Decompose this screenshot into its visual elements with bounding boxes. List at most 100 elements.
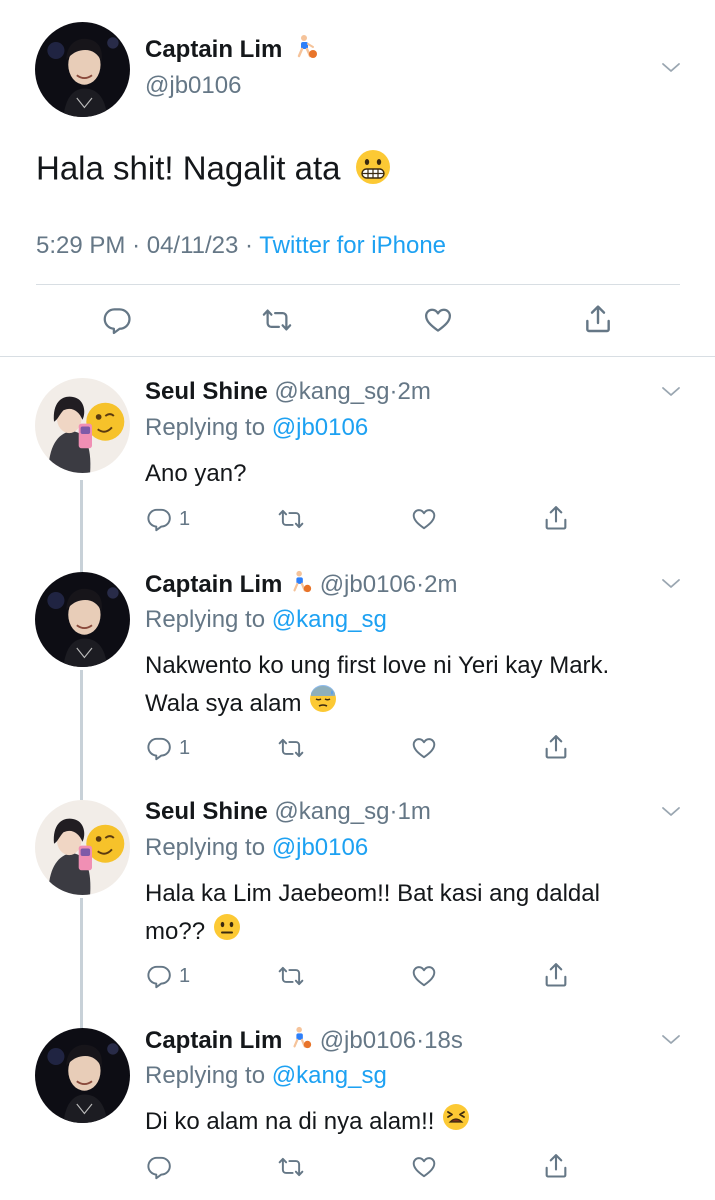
share-icon: [542, 961, 570, 989]
reply-count: 1: [179, 964, 191, 987]
replying-to-mention[interactable]: @kang_sg: [272, 1062, 387, 1089]
reply-header: Seul Shine @kang_sg·1m: [145, 798, 431, 825]
retweet-button[interactable]: [276, 1154, 306, 1180]
reply-age: 2m: [397, 378, 431, 405]
chevron-down-icon[interactable]: [659, 380, 683, 404]
person-bouncing-ball-emoji: [289, 1026, 313, 1057]
replying-to: Replying to @jb0106: [145, 414, 368, 442]
reply-avatar[interactable]: [35, 1028, 130, 1123]
replying-to: Replying to @jb0106: [145, 834, 368, 862]
retweet-icon: [276, 506, 306, 532]
like-button[interactable]: [410, 963, 438, 989]
reply-text: Hala ka Lim Jaebeom!! Bat kasi ang dalda…: [145, 876, 625, 953]
replying-to-prefix: Replying to: [145, 1062, 266, 1089]
main-tweet-meta: 5:29 PM · 04/11/23 · Twitter for iPhone: [36, 232, 446, 260]
replying-to-mention[interactable]: @jb0106: [272, 414, 368, 441]
chevron-down-icon[interactable]: [659, 56, 683, 80]
share-icon: [542, 733, 570, 761]
reply-author-name[interactable]: Captain Lim: [145, 1027, 282, 1054]
retweet-icon: [260, 305, 294, 335]
reply-button[interactable]: 1: [146, 735, 190, 761]
reply-age: 2m: [424, 570, 458, 598]
downcast-face-with-sweat-emoji: [308, 684, 338, 725]
divider: [36, 284, 680, 285]
main-tweet-text: Hala shit! Nagalit ata: [36, 148, 392, 194]
retweet-button[interactable]: [276, 735, 306, 761]
reply-text: Ano yan?: [145, 456, 625, 492]
reply-text-body: Di ko alam na di nya alam!!: [145, 1107, 435, 1135]
reply-author-handle[interactable]: @kang_sg: [274, 378, 389, 405]
thread-connector: [80, 670, 83, 800]
person-bouncing-ball-emoji: [289, 570, 313, 601]
meta-separator: ·: [132, 232, 141, 259]
replying-to-mention[interactable]: @kang_sg: [272, 606, 387, 633]
retweet-button[interactable]: [260, 305, 294, 335]
main-tweet-text-body: Hala shit! Nagalit ata: [36, 149, 341, 187]
like-button[interactable]: [422, 305, 454, 335]
reply-author-name[interactable]: Captain Lim: [145, 571, 282, 598]
grimacing-face-emoji: [354, 148, 392, 194]
retweet-button[interactable]: [276, 963, 306, 989]
like-button[interactable]: [410, 1154, 438, 1180]
reply-author-name[interactable]: Seul Shine: [145, 378, 268, 405]
reply-icon: [146, 506, 172, 532]
reply-header: Captain Lim @jb0106·2m: [145, 570, 457, 601]
tweet-source-link[interactable]: Twitter for iPhone: [259, 232, 446, 259]
neutral-face-emoji: [212, 912, 242, 953]
replying-to-mention[interactable]: @jb0106: [272, 834, 368, 861]
author-name-text: Captain Lim: [145, 35, 283, 63]
reply-avatar[interactable]: [35, 572, 130, 667]
heart-icon: [410, 506, 438, 532]
heart-icon: [410, 963, 438, 989]
reply-button[interactable]: 1: [146, 963, 190, 989]
reply-button[interactable]: [102, 305, 132, 335]
like-button[interactable]: [410, 506, 438, 532]
reply-text: Di ko alam na di nya alam!!: [145, 1102, 625, 1143]
heart-icon: [410, 1154, 438, 1180]
main-tweet-handle[interactable]: @jb0106: [145, 72, 241, 100]
reply-author-handle[interactable]: @jb0106: [320, 571, 416, 598]
chevron-down-icon[interactable]: [659, 800, 683, 824]
replying-to: Replying to @kang_sg: [145, 1062, 387, 1090]
tweet-date: 04/11/23: [146, 232, 239, 259]
like-button[interactable]: [410, 735, 438, 761]
reply-text-body: Nakwento ko ung first love ni Yeri kay M…: [145, 652, 610, 717]
reply-author-name[interactable]: Seul Shine: [145, 798, 268, 825]
reply-header: Captain Lim @jb0106·18s: [145, 1026, 463, 1057]
share-icon: [542, 504, 570, 532]
reply-age: 18s: [424, 1026, 463, 1054]
share-button[interactable]: [582, 303, 614, 335]
share-button[interactable]: [542, 1152, 570, 1180]
reply-button[interactable]: 1: [146, 506, 190, 532]
tweet-time: 5:29 PM: [36, 232, 126, 259]
share-icon: [582, 303, 614, 335]
tired-face-emoji: [441, 1102, 471, 1143]
share-button[interactable]: [542, 504, 570, 532]
retweet-icon: [276, 1154, 306, 1180]
reply-text: Nakwento ko ung first love ni Yeri kay M…: [145, 648, 625, 725]
divider: [0, 356, 715, 357]
reply-count: 1: [179, 736, 191, 759]
chevron-down-icon[interactable]: [659, 1028, 683, 1052]
chevron-down-icon[interactable]: [659, 572, 683, 596]
reply-avatar[interactable]: [35, 800, 130, 895]
share-button[interactable]: [542, 733, 570, 761]
reply-author-handle[interactable]: @jb0106: [320, 1027, 416, 1054]
replying-to-prefix: Replying to: [145, 606, 266, 633]
reply-icon: [102, 305, 132, 335]
reply-author-handle[interactable]: @kang_sg: [274, 798, 389, 825]
retweet-icon: [276, 735, 306, 761]
main-tweet-avatar[interactable]: [35, 22, 130, 117]
thread-connector: [80, 480, 83, 572]
reply-icon: [146, 963, 172, 989]
reply-avatar[interactable]: [35, 378, 130, 473]
heart-icon: [410, 735, 438, 761]
retweet-button[interactable]: [276, 506, 306, 532]
share-icon: [542, 1152, 570, 1180]
reply-age: 1m: [397, 798, 431, 825]
replying-to-prefix: Replying to: [145, 834, 266, 861]
main-tweet-author-name[interactable]: Captain Lim: [145, 34, 319, 67]
replying-to-prefix: Replying to: [145, 414, 266, 441]
share-button[interactable]: [542, 961, 570, 989]
reply-button[interactable]: [146, 1154, 172, 1180]
